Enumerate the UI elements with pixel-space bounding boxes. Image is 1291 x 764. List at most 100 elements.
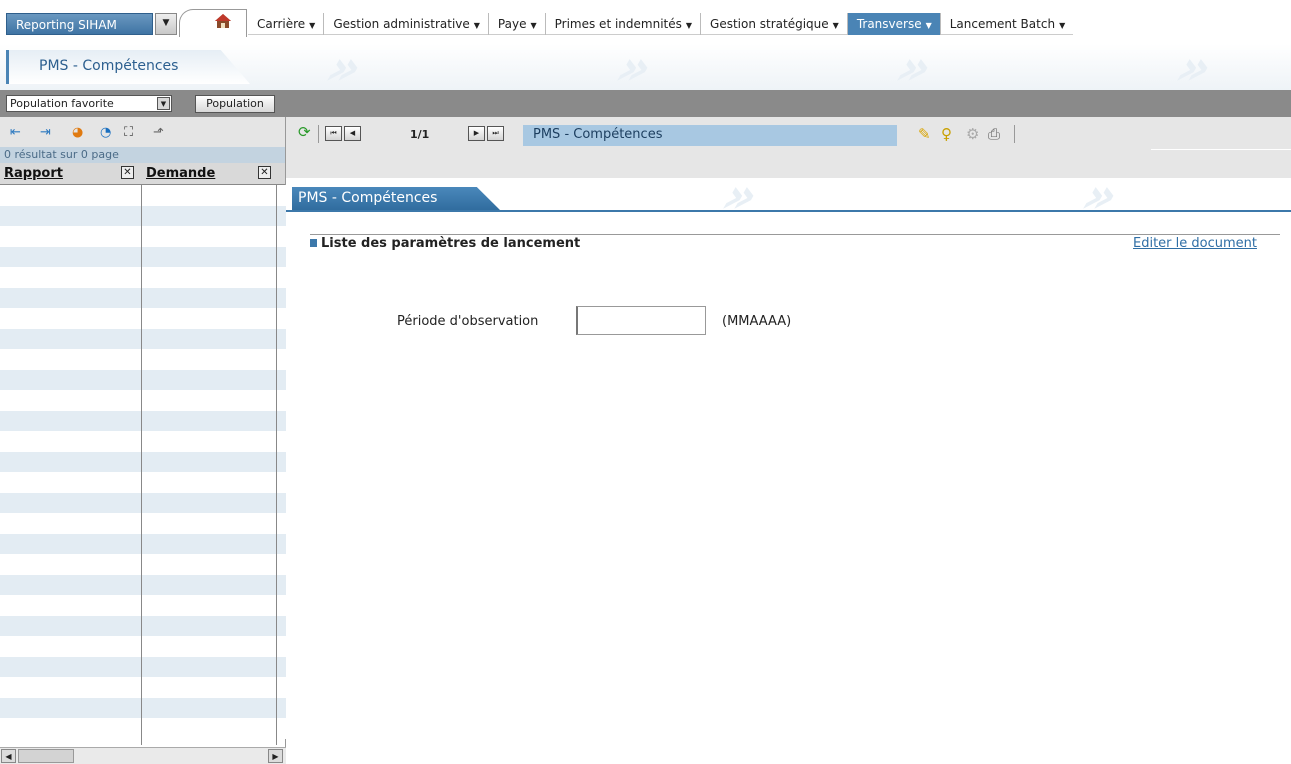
next-page-icon[interactable]: ▶ [468, 126, 485, 141]
table-row [0, 246, 286, 267]
close-column-icon[interactable]: ✕ [258, 166, 271, 179]
menu-item-transverse[interactable]: Transverse ▼ [847, 13, 941, 35]
last-page-icon[interactable]: ⏭ [487, 126, 504, 141]
print-icon[interactable]: ⎙ [988, 125, 1000, 143]
app-switcher-dropdown-icon[interactable]: ▼ [155, 13, 177, 35]
document-content: Liste des paramètres de lancement Editer… [286, 212, 1291, 764]
menu-item-primes-et-indemnites[interactable]: Primes et indemnités ▼ [546, 13, 702, 35]
column-header-demande[interactable]: Demande [146, 166, 215, 181]
table-row [0, 554, 286, 575]
main-menu: Carrière ▼ Gestion administrative ▼ Paye ▼ … [248, 13, 1074, 35]
document-subbar [286, 151, 1291, 178]
scrollbar-thumb[interactable] [18, 749, 74, 763]
chevron-down-icon[interactable]: ▼ [157, 97, 170, 110]
background-watermark: » [709, 178, 774, 212]
column-divider [276, 185, 277, 745]
section-bullet-icon [310, 239, 317, 247]
table-row [0, 451, 286, 472]
refresh-icon[interactable]: ⟳ [298, 123, 311, 141]
population-button[interactable]: Population [195, 95, 275, 113]
table-row [0, 574, 286, 595]
table-row [0, 431, 286, 452]
magic-wand-icon[interactable]: ✎ [918, 125, 931, 143]
settings-icon[interactable]: ⚙ [966, 125, 979, 143]
column-header-rapport[interactable]: Rapport [4, 166, 63, 181]
table-row [0, 226, 286, 247]
table-row [0, 513, 286, 534]
table-row [0, 369, 286, 390]
background-watermark: » [313, 44, 378, 90]
fit-screen-icon[interactable]: ⛶ [124, 125, 133, 140]
list-toolbar: ⇤ ⇥ ◕ ◔ ⛶ ⬏ [0, 117, 285, 147]
population-select-value: Population favorite [10, 97, 114, 110]
table-row [0, 349, 286, 370]
menu-item-carriere[interactable]: Carrière ▼ [248, 13, 325, 35]
lightbulb-icon[interactable]: ♀ [941, 125, 952, 143]
home-tab[interactable] [179, 9, 247, 37]
document-tab-strip: » » PMS - Compétences [286, 178, 1291, 212]
period-input[interactable] [576, 306, 706, 335]
section-divider [310, 234, 1280, 235]
table-row [0, 287, 286, 308]
table-row [0, 308, 286, 329]
menu-item-lancement-batch[interactable]: Lancement Batch ▼ [941, 13, 1073, 35]
population-select[interactable]: Population favorite ▼ [6, 95, 172, 112]
table-row [0, 533, 286, 554]
table-row [0, 595, 286, 616]
section-title: Liste des paramètres de lancement [310, 236, 580, 251]
table-row [0, 267, 286, 288]
home-icon[interactable] [214, 13, 232, 29]
table-row [0, 185, 286, 206]
scroll-left-icon[interactable]: ◀ [1, 749, 16, 763]
menu-item-gestion-administrative[interactable]: Gestion administrative ▼ [324, 13, 489, 35]
period-label: Période d'observation [397, 314, 539, 329]
menu-item-gestion-strategique[interactable]: Gestion stratégique ▼ [701, 13, 848, 35]
page-title-tab[interactable]: PMS - Compétences [6, 50, 250, 84]
background-watermark: » [883, 44, 948, 90]
edit-document-link[interactable]: Editer le document [1133, 236, 1257, 251]
previous-page-icon[interactable]: ◀ [344, 126, 361, 141]
table-row [0, 205, 286, 226]
table-row [0, 492, 286, 513]
table-row [0, 328, 286, 349]
horizontal-scrollbar[interactable]: ◀ ▶ [0, 747, 286, 764]
toolbar-divider [1151, 149, 1291, 150]
first-page-icon[interactable]: ⏮ [325, 126, 342, 141]
result-count: 0 résultat sur 0 page [0, 147, 285, 163]
table-row [0, 472, 286, 493]
table-row [0, 390, 286, 411]
table-row [0, 656, 286, 677]
table-row [0, 718, 286, 739]
background-watermark: » [1163, 44, 1228, 90]
table-row [0, 677, 286, 698]
expand-right-icon[interactable]: ⇥ [40, 125, 51, 140]
scroll-right-icon[interactable]: ▶ [268, 749, 283, 763]
table-row [0, 410, 286, 431]
title-band: » » » » PMS - Compétences [0, 44, 1291, 90]
population-bar: Population favorite ▼ Population [0, 90, 1291, 117]
table-row [0, 697, 286, 718]
document-title: PMS - Compétences [523, 125, 897, 146]
close-column-icon[interactable]: ✕ [121, 166, 134, 179]
export-icon[interactable]: ⬏ [153, 125, 164, 140]
pie-chart-alt-icon[interactable]: ◔ [100, 125, 111, 140]
background-watermark: » [1069, 178, 1134, 212]
grid-body [0, 185, 286, 745]
pie-chart-icon[interactable]: ◕ [72, 125, 83, 140]
collapse-left-icon[interactable]: ⇤ [10, 125, 21, 140]
table-row [0, 636, 286, 657]
period-format-hint: (MMAAAA) [722, 314, 792, 329]
menu-item-paye[interactable]: Paye ▼ [489, 13, 546, 35]
top-menu-bar: Reporting SIHAM ▼ Carrière ▼ Gestion admi… [0, 0, 1291, 44]
document-toolbar: ⟳ ⏮ ◀ 1/1 ▶ ⏭ PMS - Compétences ✎ ♀ ⚙ ⎙ [286, 117, 1291, 151]
page-indicator: 1/1 [410, 128, 430, 141]
toolbar-separator [318, 125, 319, 143]
toolbar-separator [1014, 125, 1015, 143]
tab-pms-competences[interactable]: PMS - Compétences [292, 187, 502, 210]
app-switcher-button[interactable]: Reporting SIHAM [6, 13, 153, 35]
report-list-panel: ⇤ ⇥ ◕ ◔ ⛶ ⬏ 0 résultat sur 0 page Rappor… [0, 117, 286, 764]
background-watermark: » [603, 44, 668, 90]
grid-header: Rapport ✕ Demande ✕ [0, 163, 285, 185]
column-divider [141, 185, 142, 745]
table-row [0, 615, 286, 636]
